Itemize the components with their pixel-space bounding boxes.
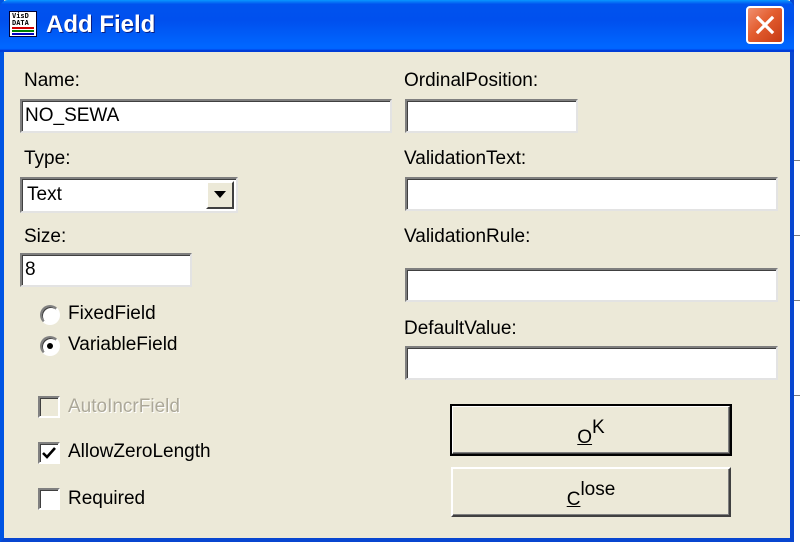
allowzerolength-checkbox[interactable] (38, 442, 60, 464)
name-label: Name: (24, 70, 80, 91)
validationrule-label: ValidationRule: (404, 226, 531, 247)
close-button-label: Close (567, 479, 616, 510)
fixedfield-label[interactable]: FixedField (68, 303, 156, 325)
type-label: Type: (24, 148, 71, 169)
visdata-icon: VisD DATA (9, 11, 37, 37)
close-rest: lose (580, 479, 616, 500)
close-icon (755, 15, 775, 35)
chevron-down-icon (214, 191, 226, 198)
validationtext-label: ValidationText: (404, 148, 527, 169)
autoincrfield-label: AutoIncrField (68, 396, 180, 417)
radio-selected-dot (47, 343, 53, 349)
ok-mnemonic: O (577, 427, 593, 448)
add-field-dialog: VisD DATA Add Field Name: NO_SEWA Type: T… (0, 0, 794, 542)
size-label: Size: (24, 226, 67, 247)
ok-button[interactable]: OK (450, 404, 732, 456)
size-input[interactable]: 8 (20, 253, 192, 287)
required-label[interactable]: Required (68, 488, 145, 510)
ok-button-label: OK (577, 417, 605, 448)
title-bar[interactable]: VisD DATA Add Field (0, 0, 794, 52)
defaultvalue-label: DefaultValue: (404, 318, 517, 339)
variablefield-label[interactable]: VariableField (68, 334, 177, 356)
fixedfield-radio[interactable] (40, 305, 60, 325)
allowzerolength-label[interactable]: AllowZeroLength (68, 441, 211, 463)
defaultvalue-input[interactable] (405, 346, 778, 380)
autoincrfield-checkbox[interactable] (38, 396, 60, 418)
type-select-value: Text (27, 184, 62, 205)
close-window-button[interactable] (746, 6, 784, 44)
variablefield-radio[interactable] (40, 336, 60, 356)
required-checkbox[interactable] (38, 488, 60, 510)
dropdown-arrow-button[interactable] (206, 181, 234, 209)
close-button[interactable]: Close (451, 467, 731, 517)
type-select[interactable]: Text (20, 177, 238, 213)
validationtext-input[interactable] (405, 177, 778, 211)
ordinalposition-input[interactable] (405, 99, 578, 133)
ok-rest: K (592, 417, 605, 438)
name-input[interactable]: NO_SEWA (20, 99, 392, 133)
ordinalposition-label: OrdinalPosition: (404, 70, 539, 91)
dialog-title: Add Field (46, 11, 156, 38)
close-mnemonic: C (566, 489, 581, 510)
validationrule-input[interactable] (405, 268, 778, 302)
checkmark-icon (42, 447, 56, 459)
